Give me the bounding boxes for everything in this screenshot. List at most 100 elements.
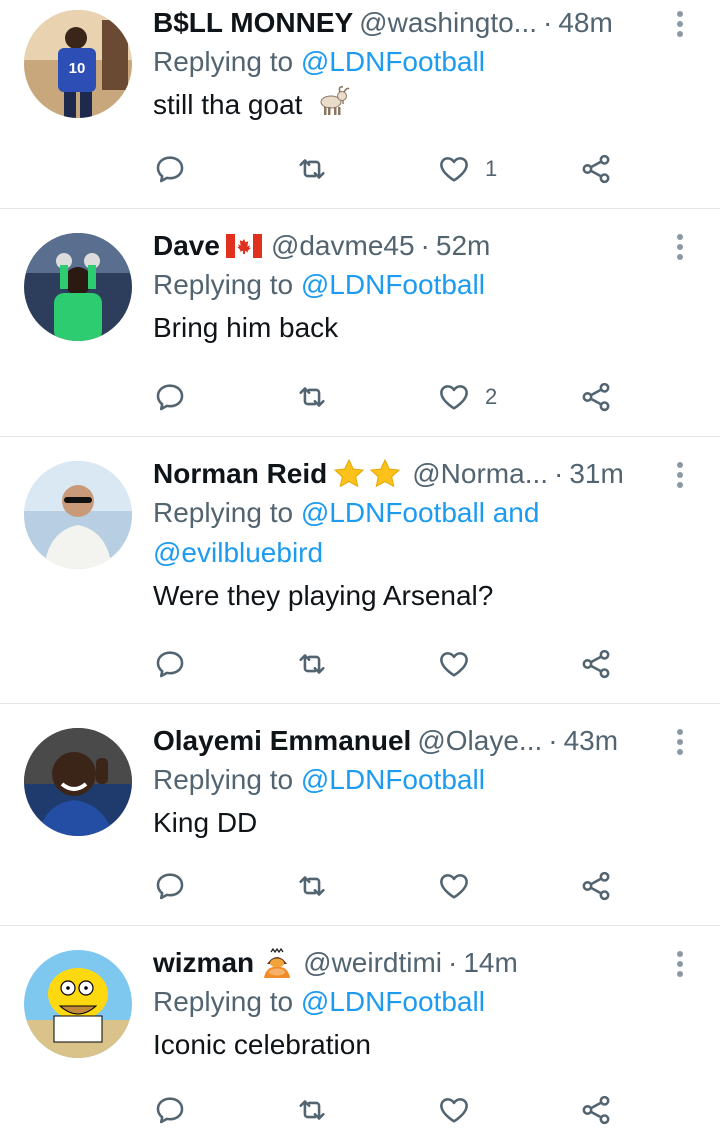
- retweet-button[interactable]: [295, 149, 329, 189]
- display-name[interactable]: Olayemi Emmanuel: [153, 725, 411, 757]
- mention-link[interactable]: @LDNFootball and: [301, 497, 540, 528]
- retweet-icon: [299, 1100, 325, 1120]
- share-icon: [582, 871, 610, 901]
- avatar[interactable]: 10: [24, 10, 132, 118]
- heart-icon: [440, 652, 468, 677]
- avatar[interactable]: [24, 950, 132, 1058]
- like-button[interactable]: 1: [437, 149, 497, 189]
- tweet-text: still tha goat: [153, 82, 680, 131]
- share-button[interactable]: [579, 1090, 613, 1130]
- more-options-icon[interactable]: [666, 728, 694, 756]
- retweet-button[interactable]: [295, 377, 329, 417]
- reply-item[interactable]: Norman Reid @Norma... · 31m Replying to …: [0, 437, 720, 704]
- share-icon: [582, 154, 610, 184]
- reply-item[interactable]: Dave @davme45 · 52m Replying to @LDNFoot…: [0, 209, 720, 437]
- retweet-icon: [299, 876, 325, 896]
- reply-button[interactable]: [153, 866, 187, 906]
- like-count: 2: [485, 384, 498, 409]
- share-icon: [582, 1095, 610, 1125]
- avatar[interactable]: [24, 461, 132, 569]
- mention-link[interactable]: @LDNFootball: [301, 986, 485, 1017]
- reply-button[interactable]: [153, 1090, 187, 1130]
- two-stars-icon: [333, 458, 403, 490]
- comment-icon: [156, 651, 184, 678]
- replying-to-label: Replying to: [153, 764, 294, 795]
- share-icon: [582, 382, 610, 412]
- replying-to-line: Replying to @LDNFootball: [153, 42, 680, 82]
- comment-icon: [156, 1097, 184, 1124]
- more-options-icon[interactable]: [666, 950, 694, 978]
- display-name[interactable]: Dave: [153, 230, 220, 262]
- comment-icon: [156, 384, 184, 411]
- retweet-icon: [299, 159, 325, 179]
- comment-icon: [156, 156, 184, 183]
- like-button[interactable]: [437, 866, 485, 906]
- timestamp[interactable]: 14m: [463, 947, 517, 979]
- heart-icon: [440, 385, 468, 410]
- action-bar: [153, 644, 623, 684]
- retweet-icon: [299, 387, 325, 407]
- replying-to-line: Replying to @LDNFootball and: [153, 493, 680, 533]
- share-button[interactable]: [579, 377, 613, 417]
- timestamp[interactable]: 43m: [564, 725, 618, 757]
- reply-item[interactable]: Olayemi Emmanuel @Olaye... · 43m Replyin…: [0, 704, 720, 926]
- action-bar: [153, 866, 623, 906]
- separator-dot: ·: [548, 725, 558, 756]
- person-bowing-icon: [260, 946, 294, 980]
- timestamp[interactable]: 52m: [436, 230, 490, 262]
- user-handle[interactable]: @Olaye...: [417, 725, 542, 757]
- share-button[interactable]: [579, 644, 613, 684]
- reply-button[interactable]: [153, 377, 187, 417]
- reply-item[interactable]: 10 B$LL MONNEY @washingto... · 48m Reply…: [0, 0, 720, 209]
- avatar[interactable]: [24, 233, 132, 341]
- replying-to-label: Replying to: [153, 269, 294, 300]
- mention-link[interactable]: @evilbluebird: [153, 537, 323, 568]
- reply-button[interactable]: [153, 149, 187, 189]
- like-button[interactable]: 2: [437, 377, 497, 417]
- action-bar: 2: [153, 377, 623, 417]
- timestamp[interactable]: 48m: [558, 7, 612, 39]
- like-button[interactable]: [437, 1090, 485, 1130]
- user-handle[interactable]: @weirdtimi: [303, 947, 442, 979]
- separator-dot: ·: [554, 458, 564, 489]
- display-name[interactable]: Norman Reid: [153, 458, 327, 490]
- separator-dot: ·: [543, 7, 553, 38]
- more-options-icon[interactable]: [666, 233, 694, 261]
- user-handle[interactable]: @Norma...: [412, 458, 548, 490]
- display-name[interactable]: B$LL MONNEY: [153, 7, 353, 39]
- reply-item[interactable]: wizman @weirdtimi · 14m Replying to @LDN…: [0, 926, 720, 1134]
- mention-link[interactable]: @LDNFootball: [301, 269, 485, 300]
- replying-to-line: Replying to @LDNFootball: [153, 760, 680, 800]
- avatar[interactable]: [24, 728, 132, 836]
- retweet-button[interactable]: [295, 1090, 329, 1130]
- more-options-icon[interactable]: [666, 461, 694, 489]
- timestamp[interactable]: 31m: [569, 458, 623, 490]
- replying-to-label: Replying to: [153, 986, 294, 1017]
- user-handle[interactable]: @washingto...: [359, 7, 537, 39]
- mention-link[interactable]: @LDNFootball: [301, 764, 485, 795]
- tweet-text: King DD: [153, 807, 258, 838]
- share-icon: [582, 649, 610, 679]
- separator-dot: ·: [420, 230, 430, 261]
- share-button[interactable]: [579, 866, 613, 906]
- separator-dot: ·: [448, 947, 458, 978]
- share-button[interactable]: [579, 149, 613, 189]
- display-name[interactable]: wizman: [153, 947, 254, 979]
- like-count: 1: [485, 156, 498, 181]
- reply-button[interactable]: [153, 644, 187, 684]
- replying-to-label: Replying to: [153, 46, 294, 77]
- comment-icon: [156, 873, 184, 900]
- svg-text:10: 10: [69, 60, 86, 77]
- replying-to-line: Replying to @LDNFootball: [153, 982, 680, 1022]
- tweet-text: Bring him back: [153, 312, 339, 343]
- user-handle[interactable]: @davme45: [271, 230, 415, 262]
- mention-link[interactable]: @LDNFootball: [301, 46, 485, 77]
- action-bar: [153, 1090, 623, 1130]
- replying-to-label: Replying to: [153, 497, 294, 528]
- retweet-button[interactable]: [295, 644, 329, 684]
- retweet-button[interactable]: [295, 866, 329, 906]
- like-button[interactable]: [437, 644, 485, 684]
- more-options-icon[interactable]: [666, 10, 694, 38]
- canada-flag-icon: [225, 234, 262, 258]
- replying-to-line-2: @evilbluebird: [153, 533, 680, 573]
